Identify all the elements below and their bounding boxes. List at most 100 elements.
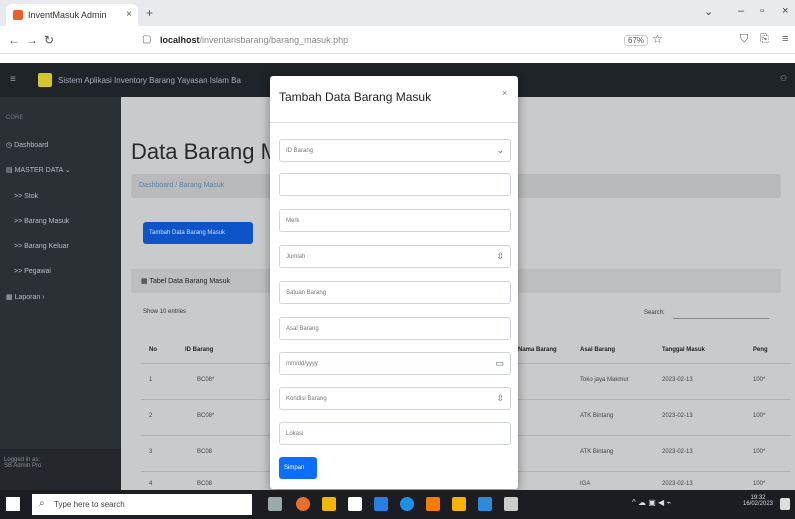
close-tab-icon[interactable]: × — [126, 9, 132, 20]
table-cell: BC08* — [197, 377, 215, 383]
user-icon[interactable]: ⚇ — [780, 74, 787, 83]
brand-title: Sistem Aplikasi Inventory Barang Yayasan… — [58, 76, 241, 85]
firefox-icon[interactable] — [296, 497, 310, 511]
asal-barang-input[interactable]: Asal Barang — [279, 317, 511, 340]
taskbar: ⌕ Type here to search ^ ☁ ▣ ◀ ⌁ 19:32 16/… — [0, 490, 795, 519]
merk-input[interactable]: Merk — [279, 209, 511, 232]
sidebar-item-barang-keluar[interactable]: >> Barang Keluar — [14, 243, 69, 250]
url-path: /inventarisbarang/barang_masuk.php — [199, 35, 349, 45]
favicon-icon — [13, 10, 23, 20]
search-icon: ⌕ — [39, 498, 45, 509]
kondisi-input[interactable]: Kondisi Barang ⇳ — [279, 387, 511, 410]
sidebar-item-dashboard[interactable]: ◷ Dashboard — [6, 141, 48, 149]
sidebar-heading-core: CORE — [6, 115, 24, 121]
jumlah-placeholder: Jumlah — [286, 254, 306, 260]
table-cell: 100* — [753, 449, 766, 455]
mail-icon[interactable] — [374, 497, 388, 511]
table-cell: 100* — [753, 377, 766, 383]
sublime-icon[interactable] — [452, 497, 466, 511]
edge-icon[interactable] — [400, 497, 414, 511]
search-label: Search: — [644, 310, 665, 316]
sidebar-footer: Logged in as: SB Admin Pro — [0, 449, 121, 490]
table-cell: ATK Bintang — [580, 413, 614, 419]
zoom-level[interactable]: 67% — [624, 35, 649, 46]
tanggal-input[interactable]: mm/dd/yyyy ▭ — [279, 352, 511, 375]
table-cell: BC08 — [197, 449, 213, 455]
browser-tab-bar: InventMasuk Admin × + ⌄ – ▫ × — [0, 0, 795, 26]
table-cell: 3 — [149, 449, 153, 455]
new-tab-icon[interactable]: + — [146, 6, 153, 20]
show-entries-select[interactable]: Show 10 entries — [143, 309, 186, 315]
tab-title: InventMasuk Admin — [28, 10, 107, 20]
table-header-no[interactable]: No — [149, 347, 157, 353]
table-cell: 1 — [149, 377, 153, 383]
clock[interactable]: 19:32 16/02/2023 — [740, 495, 776, 507]
calendar-icon[interactable]: ▭ — [495, 358, 504, 369]
url-field[interactable]: ▢ localhost/inventarisbarang/barang_masu… — [136, 31, 656, 50]
table-cell: 2023-02-13 — [662, 449, 693, 455]
id-barang-select[interactable]: ID Barang ⌄ — [279, 139, 511, 162]
extensions-icon[interactable]: ⎘ — [760, 33, 769, 46]
table-cell: BC08 — [197, 481, 213, 487]
save-button[interactable]: Simpan — [279, 457, 317, 479]
reload-icon[interactable]: ↻ — [44, 33, 54, 47]
tanggal-placeholder: mm/dd/yyyy — [286, 361, 319, 367]
sidebar-item-laporan[interactable]: ▦ Laporan › — [6, 293, 45, 301]
back-icon[interactable]: ← — [8, 33, 20, 47]
table-header-asal[interactable]: Asal Barang — [580, 347, 615, 353]
windows-start-icon[interactable] — [6, 497, 20, 511]
table-cell: 2023-02-13 — [662, 413, 693, 419]
task-view-icon[interactable] — [268, 497, 282, 511]
store-icon[interactable] — [348, 497, 362, 511]
notification-icon[interactable] — [780, 498, 790, 510]
table-header-id[interactable]: ID Barang — [185, 347, 213, 353]
table-search-input[interactable] — [673, 305, 769, 319]
table-cell: Toko jaya Makmur — [580, 377, 629, 383]
minimize-icon[interactable]: – — [738, 5, 744, 17]
table-cell: 2023-02-13 — [662, 481, 693, 487]
file-explorer-icon[interactable] — [322, 497, 336, 511]
browser-tab[interactable]: InventMasuk Admin × — [6, 4, 138, 26]
sidebar-toggle-icon[interactable]: ≡ — [10, 74, 16, 85]
chevron-down-icon[interactable]: ⌄ — [704, 5, 713, 18]
table-cell: 4 — [149, 481, 153, 487]
modal-close-button[interactable]: × — [502, 88, 507, 98]
xampp-icon[interactable] — [426, 497, 440, 511]
url-host: localhost — [160, 35, 200, 45]
number-spinner-icon[interactable]: ⇳ — [496, 251, 504, 262]
table-cell: ATK Bintang — [580, 449, 614, 455]
lokasi-input[interactable]: Lokasi — [279, 422, 511, 445]
menu-icon[interactable]: ≡ — [782, 33, 788, 45]
app-icon[interactable] — [504, 497, 518, 511]
page-title: Data Barang Ma — [131, 139, 292, 164]
sidebar-item-pegawai[interactable]: >> Pegawai — [14, 268, 51, 275]
sidebar-item-barang-masuk[interactable]: >> Barang Masuk — [14, 218, 69, 225]
kondisi-placeholder: Kondisi Barang — [286, 396, 327, 402]
bookmark-star-icon[interactable]: ☆ — [652, 32, 663, 46]
jumlah-input[interactable]: Jumlah ⇳ — [279, 245, 511, 268]
sidebar-item-master-data[interactable]: ▤ MASTER DATA ⌄ — [6, 166, 71, 174]
vscode-icon[interactable] — [478, 497, 492, 511]
satuan-input[interactable]: Satuan Barang — [279, 281, 511, 304]
close-window-icon[interactable]: × — [782, 5, 788, 17]
table-cell: IGA — [580, 481, 591, 487]
table-header-nama[interactable]: Nama Barang — [518, 347, 557, 353]
taskbar-search-placeholder: Type here to search — [54, 500, 125, 509]
nama-barang-input[interactable] — [279, 173, 511, 196]
maximize-icon[interactable]: ▫ — [760, 5, 764, 17]
system-tray-icons[interactable]: ^ ☁ ▣ ◀ ⌁ — [632, 498, 671, 507]
number-spinner-icon[interactable]: ⇳ — [496, 393, 504, 404]
table-cell: BC08* — [197, 413, 215, 419]
table-cell: 100* — [753, 413, 766, 419]
address-bar: ← → ↻ ▢ localhost/inventarisbarang/baran… — [0, 26, 795, 54]
forward-icon[interactable]: → — [26, 33, 38, 47]
sidebar-item-stok[interactable]: >> Stok — [14, 193, 38, 200]
taskbar-search-input[interactable]: ⌕ Type here to search — [32, 494, 252, 515]
table-header-tanggal[interactable]: Tanggal Masuk — [662, 347, 705, 353]
table-header-peng[interactable]: Peng — [753, 347, 768, 353]
shield-icon[interactable]: ⛉ — [740, 33, 748, 46]
page-info-icon: ▢ — [142, 34, 152, 45]
add-barang-masuk-button[interactable]: Tambah Data Barang Masuk — [143, 222, 253, 244]
sidebar-footer-user: SB Admin Pro — [4, 463, 42, 469]
clock-date: 16/02/2023 — [742, 501, 774, 507]
